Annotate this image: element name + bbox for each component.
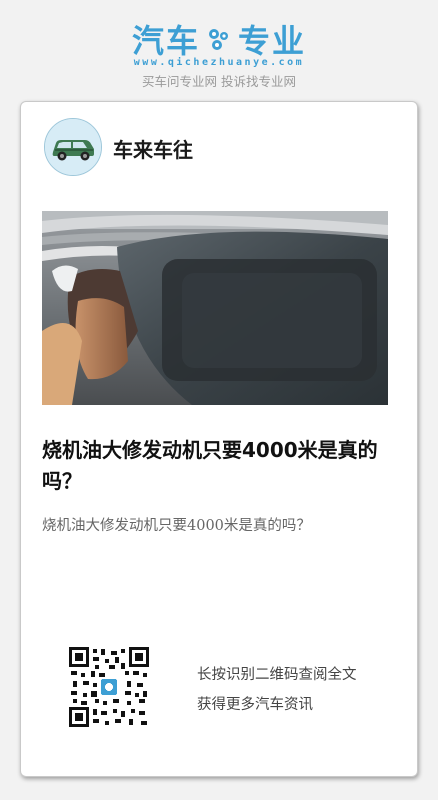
article-summary: 烧机油大修发动机只要4000米是真的吗？	[42, 518, 311, 534]
qr-code[interactable]	[69, 647, 149, 727]
brand-header: 汽车 专业 www.qichezhuanye.com 买车问专业网 投诉找专业网	[0, 0, 438, 100]
brand-slogan: 买车问专业网 投诉找专业网	[142, 74, 296, 89]
cover-image[interactable]	[42, 211, 388, 405]
qr-code-icon	[69, 647, 149, 727]
avatar[interactable]	[44, 118, 102, 176]
brand-name-right: 专业	[238, 22, 307, 60]
qr-instructions: 长按识别二维码查阅全文 获得更多汽车资讯	[197, 660, 357, 720]
article-title[interactable]: 烧机油大修发动机只要4000米是真的吗？	[42, 435, 382, 497]
gear-icon	[209, 29, 228, 50]
article-card[interactable]: 车来车往 烧机油大修发动机只要4000米是真的吗？ 烧机油大修发动机只要4000…	[20, 101, 418, 777]
piston-photo	[42, 211, 388, 405]
brand-logo: 汽车 专业	[0, 16, 438, 62]
qr-line-1: 长按识别二维码查阅全文	[197, 667, 357, 683]
brand-url: www.qichezhuanye.com	[133, 57, 305, 68]
brand-name-left: 汽车	[131, 22, 200, 60]
qr-line-2: 获得更多汽车资讯	[197, 697, 313, 713]
author-name[interactable]: 车来车往	[113, 134, 193, 163]
car-icon	[45, 119, 101, 175]
